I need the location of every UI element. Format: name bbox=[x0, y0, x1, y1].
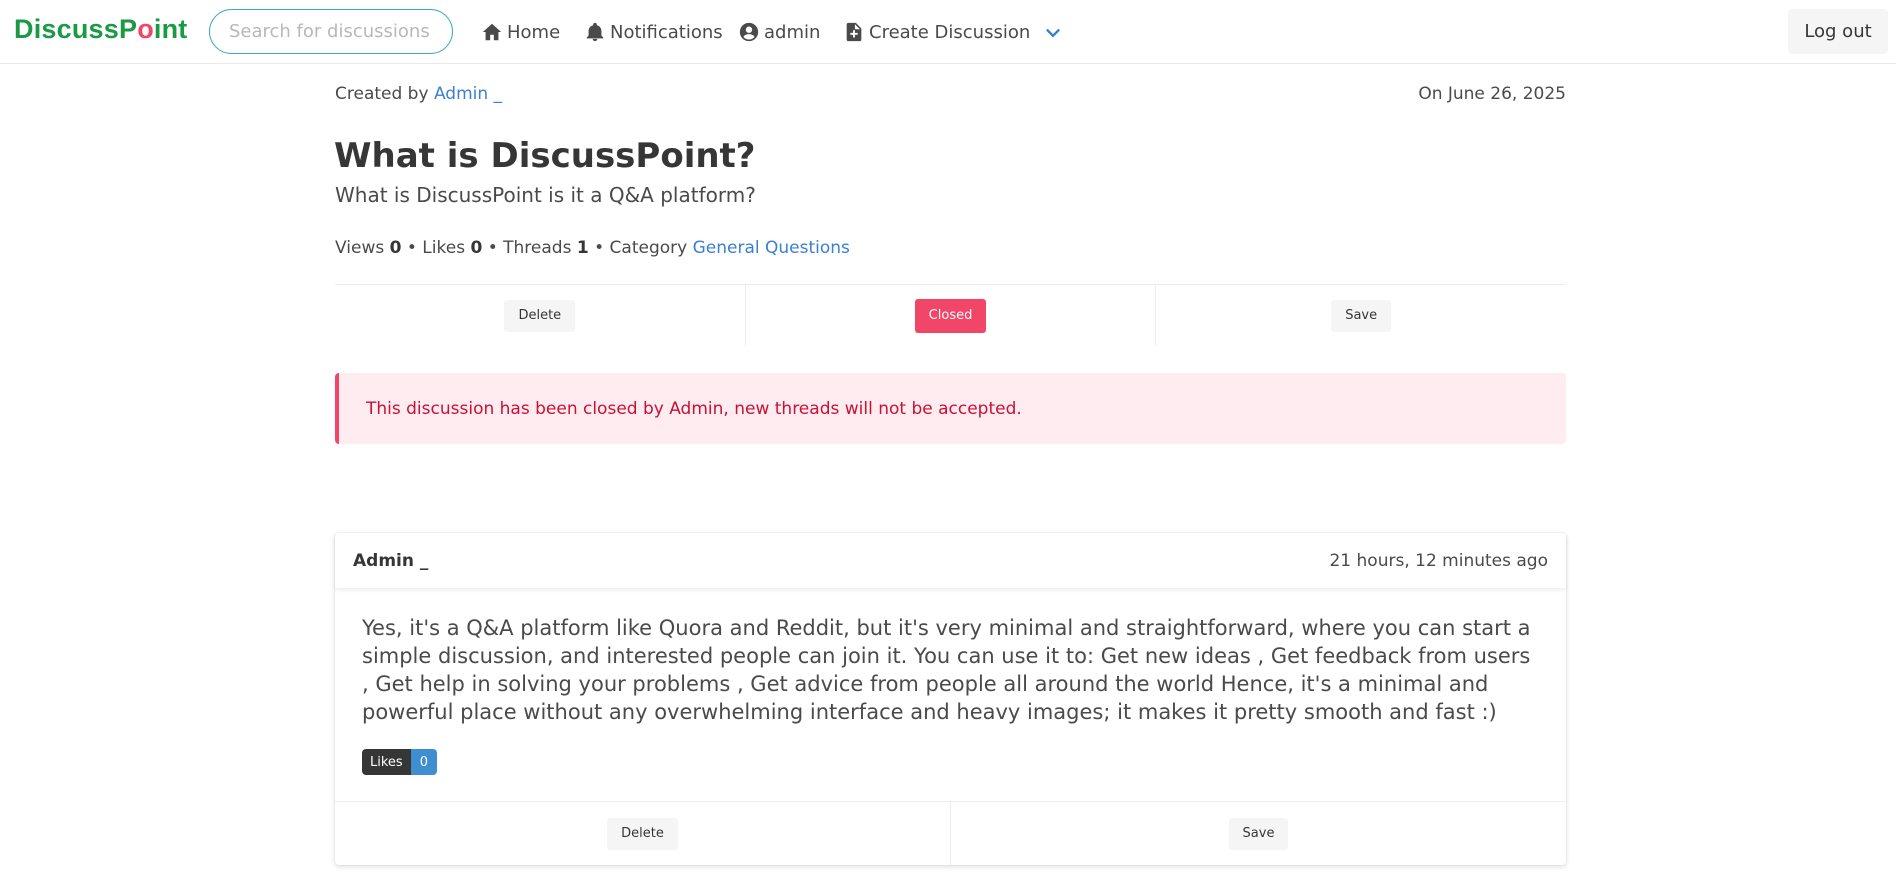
likes-label: Likes bbox=[422, 238, 466, 258]
category-link[interactable]: General Questions bbox=[693, 238, 850, 258]
save-thread-button[interactable]: Save bbox=[1228, 817, 1289, 850]
save-discussion-button[interactable]: Save bbox=[1331, 299, 1392, 332]
action-cell-status: Closed bbox=[746, 285, 1157, 346]
delete-thread-button[interactable]: Delete bbox=[607, 817, 678, 850]
nav-notifications-link[interactable]: Notifications bbox=[584, 18, 723, 46]
thread-body: Yes, it's a Q&A platform like Quora and … bbox=[362, 616, 1531, 724]
thread-action-cell-delete: Delete bbox=[335, 802, 951, 865]
discussion-actions: Delete Closed Save bbox=[335, 284, 1566, 346]
thread-author: Admin _ bbox=[353, 550, 429, 571]
nav-more-dropdown[interactable] bbox=[1042, 22, 1064, 44]
nav-home-label: Home bbox=[507, 21, 561, 43]
nav-create-discussion-link[interactable]: Create Discussion bbox=[843, 18, 1030, 46]
thread-card: Admin _ 21 hours, 12 minutes ago Yes, it… bbox=[335, 533, 1566, 865]
created-by: Created by Admin _ bbox=[335, 84, 502, 104]
category-label: Category bbox=[609, 238, 688, 258]
thread-likes-label: Likes bbox=[362, 749, 411, 775]
created-date: On June 26, 2025 bbox=[1418, 84, 1566, 104]
logout-button[interactable]: Log out bbox=[1788, 9, 1888, 54]
closed-notice: This discussion has been closed by Admin… bbox=[335, 373, 1566, 444]
chevron-down-icon bbox=[1046, 29, 1060, 37]
action-cell-save: Save bbox=[1156, 285, 1566, 346]
likes-count: 0 bbox=[470, 238, 483, 258]
thread-likes-count: 0 bbox=[410, 749, 437, 775]
action-cell-delete: Delete bbox=[335, 285, 746, 346]
navbar: DiscussPoint Home Notifications admin Cr… bbox=[0, 0, 1896, 64]
nav-create-discussion-label: Create Discussion bbox=[869, 21, 1031, 43]
thread-actions: Delete Save bbox=[335, 801, 1566, 865]
discussion-title: What is DiscussPoint? bbox=[334, 136, 756, 176]
nav-user-link[interactable]: admin bbox=[738, 18, 820, 46]
discussion-subtitle: What is DiscussPoint is it a Q&A platfor… bbox=[335, 183, 756, 207]
nav-home-link[interactable]: Home bbox=[481, 18, 560, 46]
thread-header: Admin _ 21 hours, 12 minutes ago bbox=[335, 533, 1566, 588]
thread-timestamp: 21 hours, 12 minutes ago bbox=[1329, 550, 1548, 571]
nav-notifications-label: Notifications bbox=[610, 21, 723, 43]
views-count: 0 bbox=[389, 238, 402, 258]
created-by-label: Created by bbox=[335, 84, 429, 104]
threads-count: 1 bbox=[576, 238, 589, 258]
thread-action-cell-save: Save bbox=[951, 802, 1566, 865]
brand-logo[interactable]: DiscussPoint bbox=[14, 14, 187, 45]
threads-label: Threads bbox=[503, 238, 572, 258]
file-plus-icon bbox=[846, 22, 862, 42]
views-label: Views bbox=[335, 238, 385, 258]
user-circle-icon bbox=[739, 22, 759, 42]
discussion-stats: Views 0 • Likes 0 • Threads 1 • Category… bbox=[335, 238, 850, 258]
nav-user-label: admin bbox=[764, 21, 821, 43]
closed-status-button[interactable]: Closed bbox=[914, 298, 987, 333]
bell-icon bbox=[586, 22, 604, 42]
author-link[interactable]: Admin _ bbox=[434, 84, 502, 104]
thread-likes-button[interactable]: Likes 0 bbox=[362, 749, 437, 775]
delete-discussion-button[interactable]: Delete bbox=[504, 299, 576, 332]
search-input[interactable] bbox=[209, 9, 453, 54]
home-icon bbox=[482, 23, 502, 41]
